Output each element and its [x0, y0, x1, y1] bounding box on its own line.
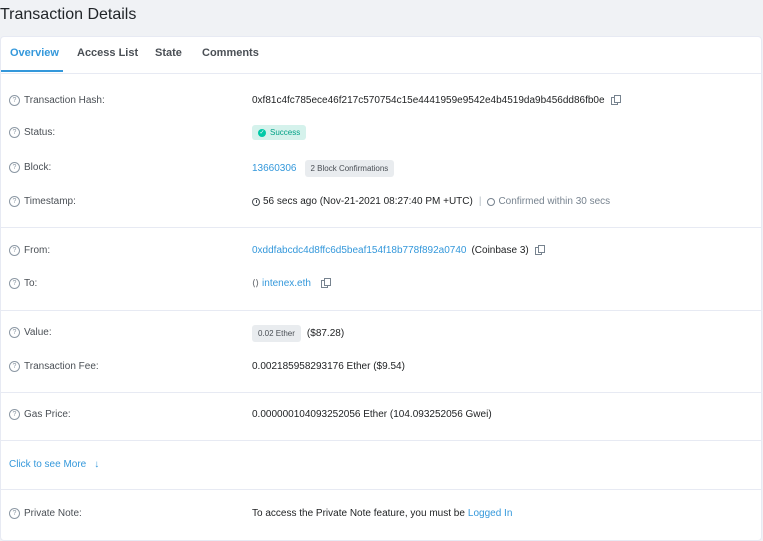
tab-comments[interactable]: Comments	[202, 47, 259, 59]
tab-overview[interactable]: Overview	[10, 47, 59, 59]
row-value: ? Value: 0.02 Ether ($87.28)	[1, 323, 761, 343]
stopwatch-icon	[487, 197, 496, 206]
help-icon: ?	[9, 196, 20, 207]
row-gas-price: ? Gas Price: 0.000000104093252056 Ether (…	[1, 405, 761, 425]
copy-icon[interactable]	[610, 94, 621, 105]
row-block: ? Block: 13660306 2 Block Confirmations	[1, 158, 761, 178]
row-status: ? Status: ✓ Success	[1, 123, 761, 143]
value-label: Value:	[24, 327, 52, 338]
status-value: Success	[270, 128, 301, 137]
check-circle-icon: ✓	[258, 128, 266, 137]
row-transaction-fee: ? Transaction Fee: 0.002185958293176 Ethe…	[1, 357, 761, 377]
confirmed-within: Confirmed within 30 secs	[498, 196, 611, 207]
block-number-link[interactable]: 13660306	[252, 163, 297, 174]
to-label: To:	[24, 278, 38, 289]
copy-icon[interactable]	[320, 277, 331, 288]
transaction-hash-value: 0xf81c4fc785ece46f217c570754c15e4441959e…	[252, 95, 605, 106]
gas-price-label: Gas Price:	[24, 409, 71, 420]
divider	[1, 227, 761, 228]
to-address-link[interactable]: intenex.eth	[262, 278, 311, 289]
from-address-link[interactable]: 0xddfabcdc4d8ffc6d5beaf154f18b778f892a07…	[252, 245, 466, 256]
transaction-fee-value: 0.002185958293176 Ether ($9.54)	[252, 361, 405, 372]
timestamp-value: 56 secs ago (Nov-21-2021 08:27:40 PM +UT…	[263, 196, 473, 207]
transaction-card: Overview Access List State Comments ? Tra…	[0, 36, 762, 541]
copy-icon[interactable]	[534, 244, 545, 255]
row-from: ? From: 0xddfabcdc4d8ffc6d5beaf154f18b778…	[1, 241, 761, 261]
from-label: From:	[24, 245, 51, 256]
help-icon: ?	[9, 508, 20, 519]
separator: |	[478, 196, 482, 207]
private-note-label: Private Note:	[24, 508, 82, 519]
help-icon: ?	[9, 361, 20, 372]
active-tab-indicator	[1, 70, 63, 72]
help-icon: ?	[9, 95, 20, 106]
timestamp-label: Timestamp:	[24, 196, 76, 207]
divider	[1, 392, 761, 393]
page-title: Transaction Details	[0, 6, 137, 23]
tab-state[interactable]: State	[155, 47, 182, 59]
divider	[1, 489, 761, 490]
help-icon: ?	[9, 278, 20, 289]
divider	[1, 310, 761, 311]
help-icon: ?	[9, 327, 20, 338]
see-more-label: Click to see More	[9, 459, 87, 470]
gas-price-value: 0.000000104093252056 Ether (104.09325205…	[252, 409, 492, 420]
arrow-down-icon: ↓	[94, 459, 100, 470]
clock-icon	[252, 197, 260, 206]
status-label: Status:	[24, 127, 56, 138]
contract-code-icon: ⟨⟩	[252, 278, 260, 288]
help-icon: ?	[9, 127, 20, 138]
ether-value-badge: 0.02 Ether	[252, 325, 301, 342]
block-label: Block:	[24, 162, 52, 173]
from-name: (Coinbase 3)	[471, 245, 529, 256]
row-timestamp: ? Timestamp: 56 secs ago (Nov-21-2021 08:…	[1, 192, 761, 212]
divider	[1, 440, 761, 441]
usd-value: ($87.28)	[306, 328, 345, 339]
transaction-fee-label: Transaction Fee:	[24, 361, 99, 372]
block-confirmations-badge: 2 Block Confirmations	[304, 160, 395, 177]
private-note-text: To access the Private Note feature, you …	[252, 508, 465, 519]
row-to: ? To: ⟨⟩ intenex.eth	[1, 274, 761, 294]
help-icon: ?	[9, 245, 20, 256]
row-private-note: ? Private Note: To access the Private Not…	[1, 504, 761, 524]
tab-bar: Overview Access List State Comments	[1, 37, 761, 74]
tab-access-list[interactable]: Access List	[77, 47, 138, 59]
transaction-hash-label: Transaction Hash:	[24, 95, 105, 106]
row-transaction-hash: ? Transaction Hash: 0xf81c4fc785ece46f217…	[1, 91, 761, 111]
status-badge: ✓ Success	[252, 125, 307, 140]
see-more-link[interactable]: Click to see More ↓	[9, 459, 99, 470]
logged-in-link[interactable]: Logged In	[468, 508, 513, 519]
help-icon: ?	[9, 162, 20, 173]
help-icon: ?	[9, 409, 20, 420]
